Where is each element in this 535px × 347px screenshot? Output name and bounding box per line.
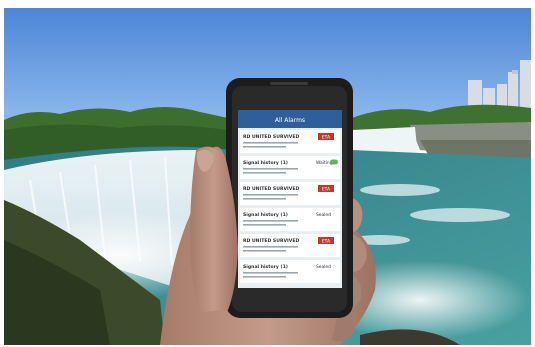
screen-header-title: All Alarms — [275, 117, 305, 124]
alarm-card-detail-line — [243, 246, 298, 248]
alarm-status-label: Waiting — [316, 160, 333, 166]
alarm-badge-label: ETA — [322, 135, 331, 141]
alarm-card-title: Signal history (1) — [243, 212, 288, 218]
alarm-card-title: Signal history (1) — [243, 160, 288, 166]
alarm-card-detail-line — [243, 272, 298, 274]
alarm-status-label: Sealed — [316, 264, 331, 270]
alarm-card[interactable] — [240, 156, 340, 179]
alarm-badge-label: ETA — [322, 187, 331, 193]
alarm-badge-label: ETA — [322, 239, 331, 245]
alarm-card-detail-line — [243, 194, 298, 196]
alarm-card-detail-line — [243, 198, 286, 200]
alarm-card-detail-line — [243, 142, 298, 144]
alarm-card-detail-line — [243, 220, 298, 222]
alarm-card[interactable] — [240, 208, 340, 231]
alarm-card-detail-line — [243, 276, 286, 278]
alarm-card-title: Signal history (1) — [243, 264, 288, 270]
alarm-card-detail-line — [243, 224, 286, 226]
alarm-card-title: RD UNITED SURVIVED — [243, 186, 299, 192]
photo-illustration: All Alarms RD UNITED SURVIVED ETA Signal h… — [0, 0, 535, 347]
alarm-status-label: Sealed — [316, 212, 331, 218]
alarm-card-title: RD UNITED SURVIVED — [243, 238, 299, 244]
phone-screen: All Alarms RD UNITED SURVIVED ETA Signal h… — [238, 110, 342, 288]
alarm-card-detail-line — [243, 250, 286, 252]
alarm-card-detail-line — [243, 146, 286, 148]
photo-scene: All Alarms RD UNITED SURVIVED ETA Signal h… — [0, 0, 535, 347]
toggle-switch[interactable] — [330, 159, 338, 165]
alarm-card-detail-line — [243, 172, 286, 174]
alarm-card-detail-line — [243, 168, 298, 170]
alarm-card-title: RD UNITED SURVIVED — [243, 134, 299, 140]
alarm-card[interactable] — [240, 260, 340, 283]
